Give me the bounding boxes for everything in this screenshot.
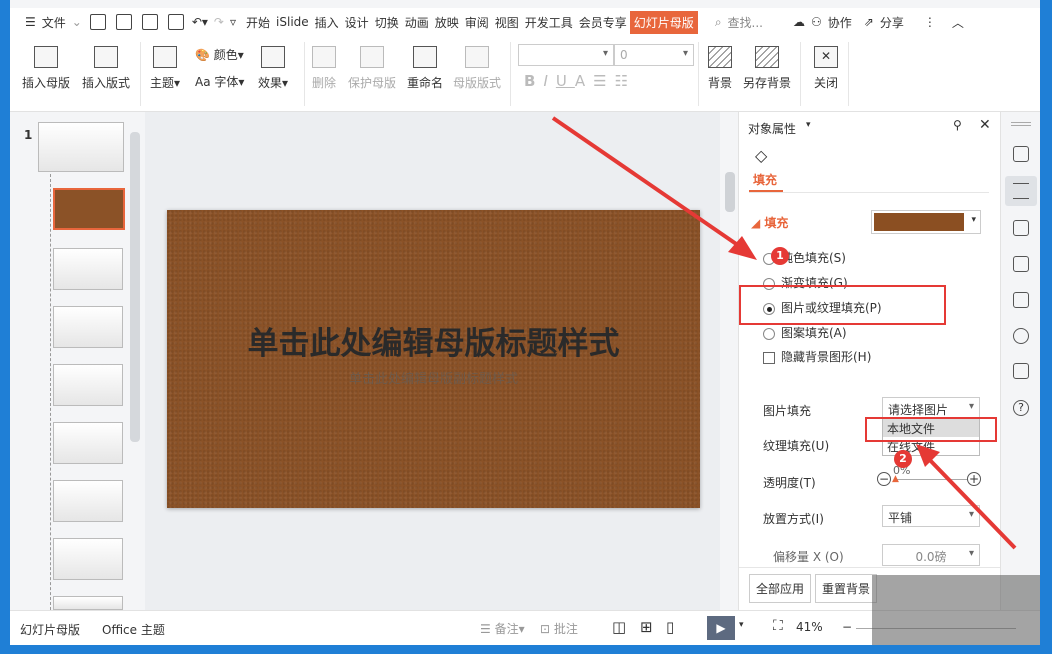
arrow-2-head <box>916 444 940 467</box>
watermark-logo <box>872 575 1040 645</box>
highlight-picture-fill <box>739 285 946 325</box>
annotation-arrows <box>551 116 1017 550</box>
highlight-local-file <box>865 417 997 442</box>
step-2-badge: 2 <box>894 450 912 468</box>
step-1-badge: 1 <box>771 247 789 265</box>
arrow-2 <box>923 453 1017 550</box>
arrow-1 <box>551 116 747 252</box>
